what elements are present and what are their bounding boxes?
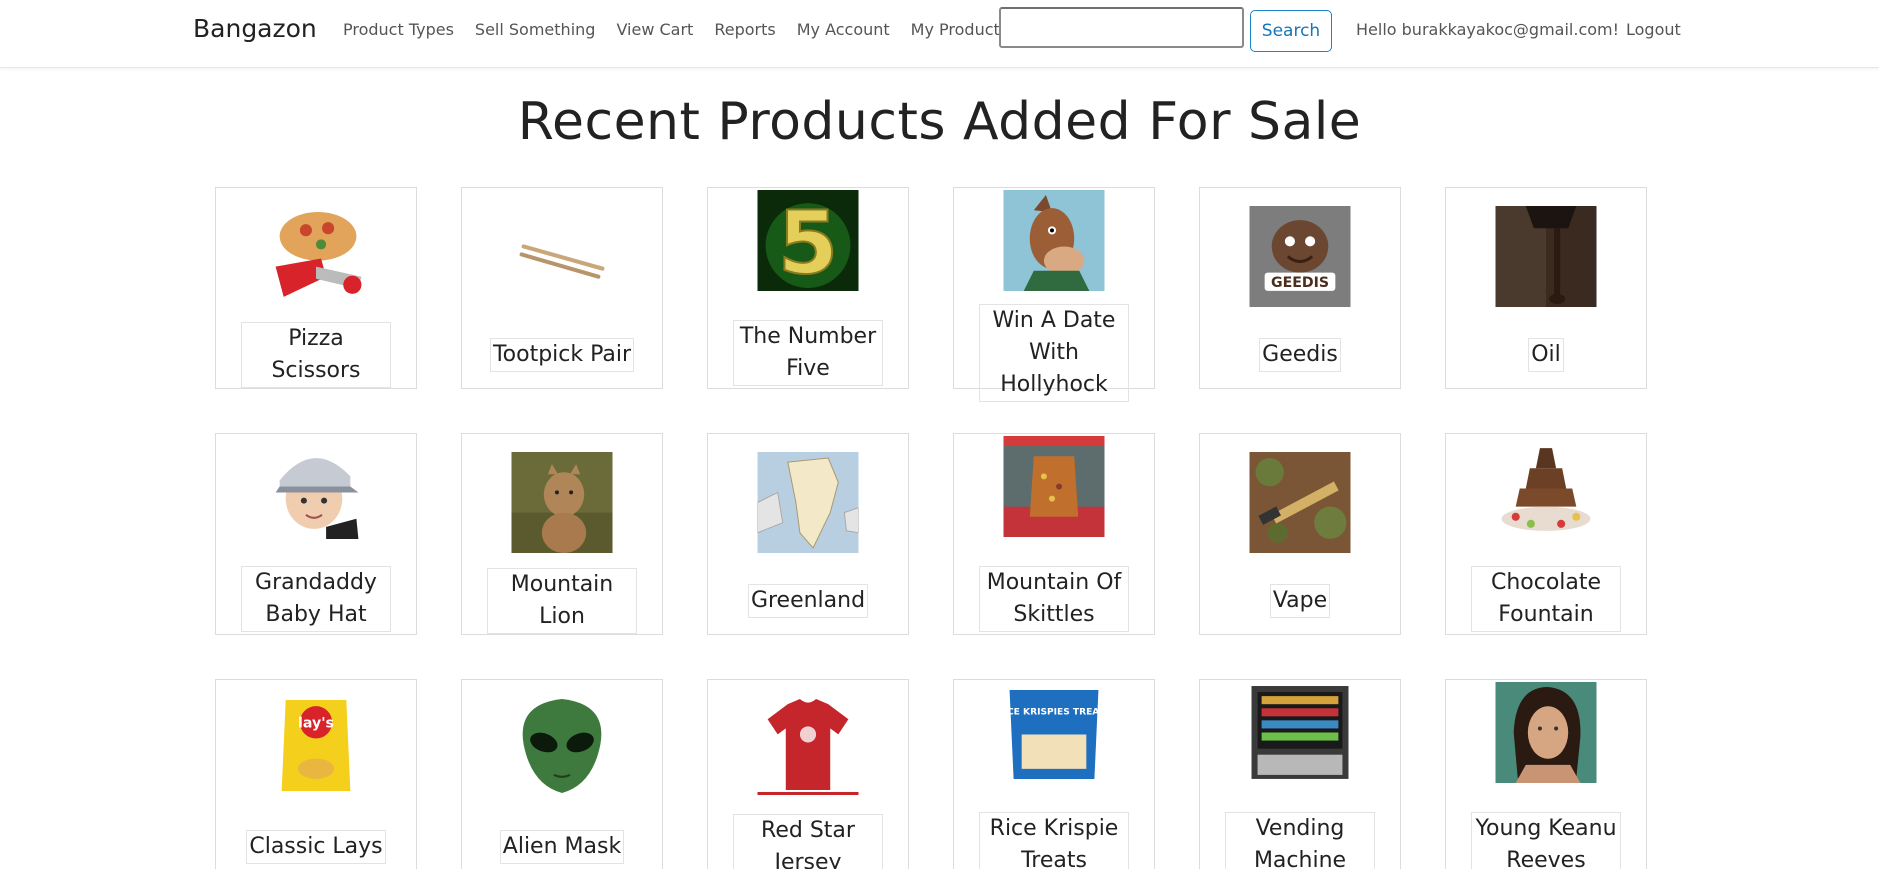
product-card[interactable]: GEEDIS Geedis xyxy=(1199,187,1401,389)
product-card[interactable]: Oil xyxy=(1445,187,1647,389)
rice-krispie-box-image: RICE KRISPIES TREATS xyxy=(1003,684,1105,785)
product-card[interactable]: Vape xyxy=(1199,433,1401,635)
product-name[interactable]: Geedis xyxy=(1259,338,1341,372)
product-card[interactable]: Greenland xyxy=(707,433,909,635)
portrait-image xyxy=(1495,682,1597,783)
geedis-image: GEEDIS xyxy=(1249,206,1351,307)
product-name[interactable]: Young Keanu Reeves xyxy=(1471,812,1621,869)
product-name[interactable]: Grandaddy Baby Hat xyxy=(241,566,391,632)
svg-text:RICE KRISPIES TREATS: RICE KRISPIES TREATS xyxy=(1004,707,1105,717)
search-button[interactable]: Search xyxy=(1250,10,1332,52)
baby-hat-image xyxy=(265,438,367,539)
logout-link[interactable]: Logout xyxy=(1626,20,1681,39)
horse-cartoon-image xyxy=(1003,190,1105,291)
top-navbar: Bangazon Product Types Sell Something Vi… xyxy=(0,0,1879,68)
product-name[interactable]: Pizza Scissors xyxy=(241,322,391,388)
product-name[interactable]: Red Star Jersey xyxy=(733,814,883,869)
search-input[interactable] xyxy=(999,7,1244,48)
red-jersey-image xyxy=(757,694,859,795)
mountain-lion-image xyxy=(511,452,613,553)
product-name[interactable]: Vending Machine xyxy=(1225,812,1375,869)
pizza-scissors-image xyxy=(265,206,367,307)
product-name[interactable]: Greenland xyxy=(747,584,869,618)
nav-sell-something[interactable]: Sell Something xyxy=(475,20,596,39)
product-card[interactable]: RICE KRISPIES TREATS Rice Krispie Treats xyxy=(953,679,1155,869)
greenland-map-image xyxy=(757,452,859,553)
svg-text:GEEDIS: GEEDIS xyxy=(1271,275,1329,291)
product-card[interactable]: Alien Mask xyxy=(461,679,663,869)
page-title: Recent Products Added For Sale xyxy=(517,92,1362,152)
lays-chips-image: lay's xyxy=(265,694,367,795)
oil-pour-image xyxy=(1495,206,1597,307)
skittles-image xyxy=(1003,436,1105,537)
nav-my-account[interactable]: My Account xyxy=(797,20,890,39)
product-name[interactable]: Win A Date With Hollyhock xyxy=(979,304,1129,402)
product-card[interactable]: Mountain Lion xyxy=(461,433,663,635)
product-card[interactable]: Mountain Of Skittles xyxy=(953,433,1155,635)
product-name[interactable]: Oil xyxy=(1528,338,1564,372)
product-name[interactable]: Vape xyxy=(1269,584,1331,618)
product-card[interactable]: Grandaddy Baby Hat xyxy=(215,433,417,635)
nav-reports[interactable]: Reports xyxy=(714,20,775,39)
product-name[interactable]: Mountain Of Skittles xyxy=(979,566,1129,632)
nav-my-products[interactable]: My Products xyxy=(911,20,1008,39)
product-card[interactable]: Chocolate Fountain xyxy=(1445,433,1647,635)
product-card[interactable]: Red Star Jersey xyxy=(707,679,909,869)
vending-machine-image xyxy=(1249,684,1351,785)
product-name[interactable]: Classic Lays xyxy=(246,830,386,864)
product-name[interactable]: Mountain Lion xyxy=(487,568,637,634)
alien-mask-image xyxy=(511,694,613,795)
product-card[interactable]: Pizza Scissors xyxy=(215,187,417,389)
product-card[interactable]: Tootpick Pair xyxy=(461,187,663,389)
toothpicks-image xyxy=(511,206,613,307)
product-name[interactable]: Rice Krispie Treats xyxy=(979,812,1129,869)
product-name[interactable]: Chocolate Fountain xyxy=(1471,566,1621,632)
product-name[interactable]: Tootpick Pair xyxy=(489,338,635,372)
product-name[interactable]: Alien Mask xyxy=(499,830,625,864)
number-five-image: 5 xyxy=(757,190,859,291)
product-card[interactable]: Win A Date With Hollyhock xyxy=(953,187,1155,402)
chocolate-fountain-image xyxy=(1495,438,1597,539)
brand-link[interactable]: Bangazon xyxy=(193,14,317,43)
product-card[interactable]: Young Keanu Reeves xyxy=(1445,679,1647,869)
product-card[interactable]: lay's Classic Lays xyxy=(215,679,417,869)
product-name[interactable]: The Number Five xyxy=(733,320,883,386)
nav-links: Product Types Sell Something View Cart R… xyxy=(343,20,1029,39)
nav-view-cart[interactable]: View Cart xyxy=(616,20,693,39)
vape-image xyxy=(1249,452,1351,553)
product-card[interactable]: 5 The Number Five xyxy=(707,187,909,389)
user-greeting: Hello burakkayakoc@gmail.com! xyxy=(1356,20,1620,39)
product-card[interactable]: Vending Machine xyxy=(1199,679,1401,869)
svg-text:lay's: lay's xyxy=(298,715,334,731)
svg-text:5: 5 xyxy=(778,193,838,291)
product-grid: Pizza Scissors Tootpick Pair 5 The Numbe… xyxy=(215,187,1647,869)
nav-product-types[interactable]: Product Types xyxy=(343,20,454,39)
